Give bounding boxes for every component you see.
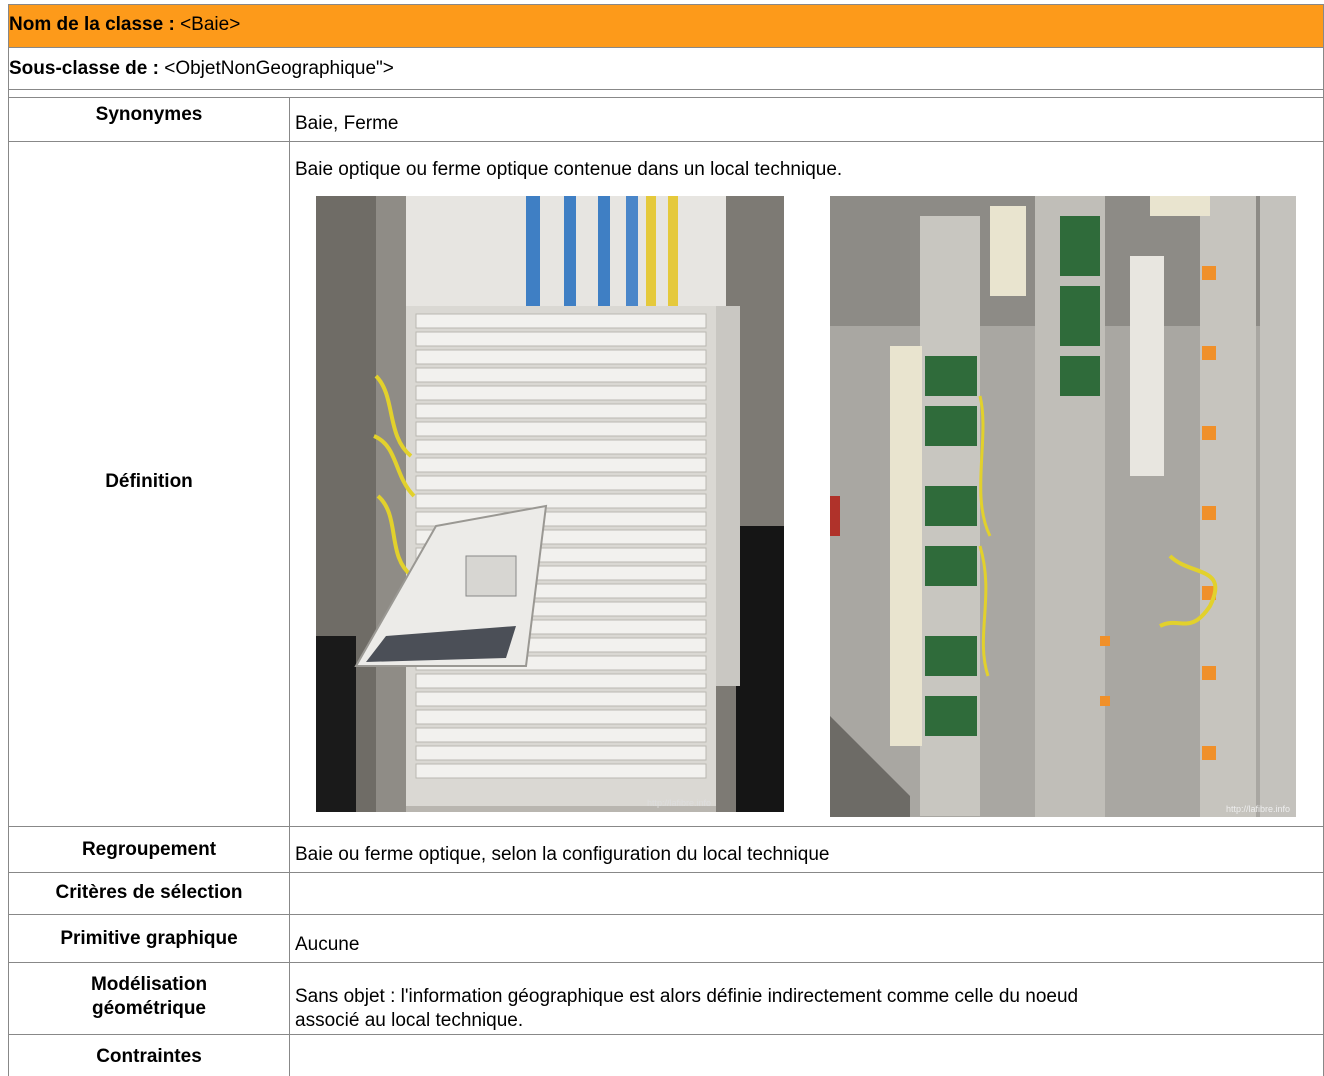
optical-frame-illustration: http://lafibre.info	[830, 196, 1296, 817]
optical-rack-photo: http://lafibre.info	[316, 196, 784, 812]
contraintes-label: Contraintes	[96, 1046, 202, 1067]
primitive-label: Primitive graphique	[60, 928, 238, 949]
class-name-label: Nom de la classe :	[9, 14, 175, 35]
primitive-value: Aucune	[295, 934, 360, 955]
synonymes-label: Synonymes	[95, 104, 203, 125]
regroupement-value: Baie ou ferme optique, selon la configur…	[295, 844, 830, 865]
class-sheet: Nom de la classe : <Baie> Sous-classe de…	[0, 0, 1324, 1076]
modelisation-label: Modélisation géométrique	[90, 974, 208, 1019]
criteres-label: Critères de sélection	[55, 882, 243, 903]
photo1-watermark: http://lafibre.info	[647, 798, 711, 808]
subclass-label: Sous-classe de :	[9, 58, 159, 79]
optical-rack-illustration: http://lafibre.info	[316, 196, 784, 812]
optical-frame-photo: http://lafibre.info	[830, 196, 1296, 817]
modelisation-value: Sans objet : l'information géographique …	[295, 986, 1079, 1031]
class-name-value: <Baie>	[180, 14, 241, 35]
synonymes-value: Baie, Ferme	[295, 113, 399, 134]
photo2-watermark: http://lafibre.info	[1226, 804, 1290, 814]
subclass-row: Sous-classe de : <ObjetNonGeographique">	[9, 48, 1324, 88]
definition-label: Définition	[105, 471, 193, 492]
subclass-value: <ObjetNonGeographique">	[164, 58, 394, 79]
definition-value: Baie optique ou ferme optique contenue d…	[295, 159, 843, 180]
class-name-row: Nom de la classe : <Baie>	[9, 5, 1324, 47]
regroupement-label: Regroupement	[81, 839, 217, 860]
